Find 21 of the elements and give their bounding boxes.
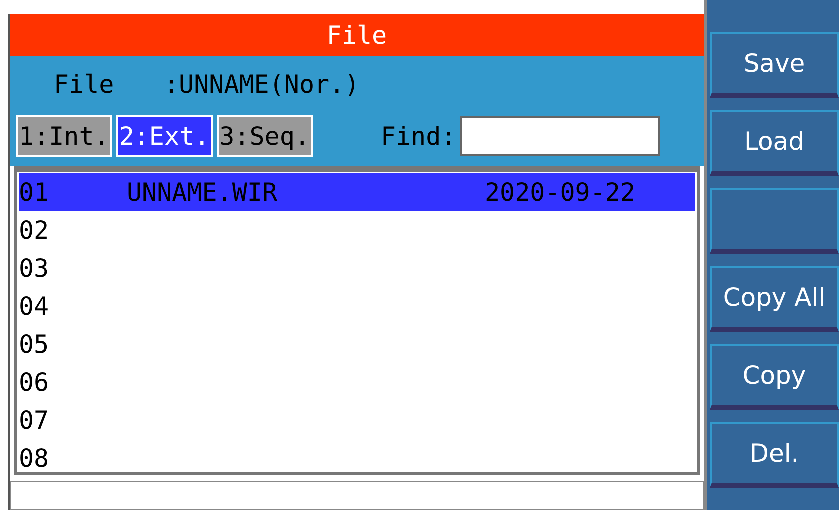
file-row[interactable]: 02	[19, 211, 695, 249]
find-field[interactable]	[460, 116, 660, 156]
file-row[interactable]: 08	[19, 439, 695, 477]
file-row[interactable]: 06	[19, 363, 695, 401]
file-row[interactable]: 05	[19, 325, 695, 363]
softkey-button[interactable]: Del.	[710, 422, 839, 488]
file-row[interactable]: 03	[19, 249, 695, 287]
file-name: :UNNAME(Nor.)	[164, 70, 360, 98]
blank-softkey[interactable]	[710, 188, 839, 254]
file-row[interactable]: 07	[19, 401, 695, 439]
softkey-button[interactable]: Copy All	[710, 266, 839, 332]
title-bar: File	[10, 14, 704, 56]
file-label: File	[54, 70, 116, 98]
softkey-button[interactable]: Save	[710, 32, 839, 98]
file-row[interactable]: 04	[19, 287, 695, 325]
tab[interactable]: 3:Seq.	[216, 115, 313, 157]
softkey-button[interactable]: Copy	[710, 344, 839, 410]
softkey-button[interactable]: Load	[710, 110, 839, 176]
tab[interactable]: 2:Ext.	[116, 115, 213, 157]
find-label: Find:	[380, 122, 456, 150]
tab[interactable]: 1:Int.	[16, 115, 112, 157]
